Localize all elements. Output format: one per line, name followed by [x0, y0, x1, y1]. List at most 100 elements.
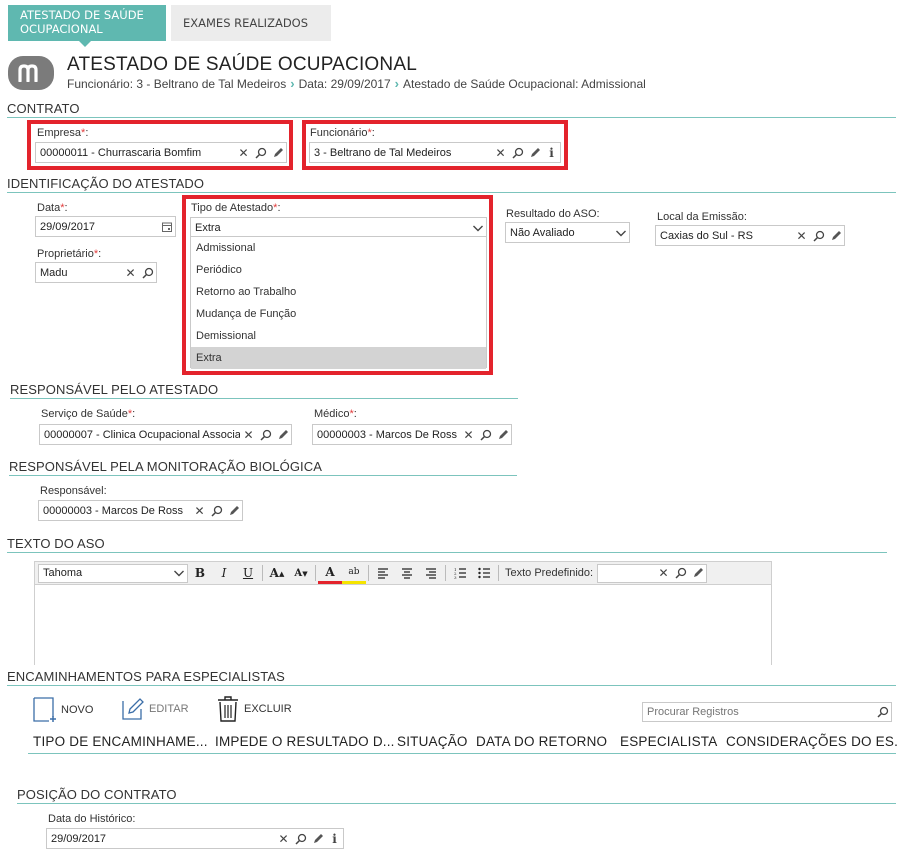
local-field[interactable]: Caxias do Sul - RS ✕ — [655, 225, 845, 246]
col-header-tipo[interactable]: TIPO DE ENCAMINHAME... — [33, 734, 208, 749]
edit-pencil-icon[interactable] — [269, 143, 286, 162]
search-icon[interactable] — [509, 143, 526, 162]
tipo-options-list: Admissional Periódico Retorno ao Trabalh… — [190, 236, 487, 369]
svg-text:3: 3 — [454, 575, 457, 579]
option-extra[interactable]: Extra — [191, 347, 486, 369]
option-retorno[interactable]: Retorno ao Trabalho — [191, 281, 486, 303]
bullet-list-icon[interactable] — [472, 562, 496, 584]
align-left-icon[interactable] — [371, 562, 395, 584]
col-header-especialista[interactable]: ESPECIALISTA — [620, 734, 717, 749]
resultado-select[interactable]: Não Avaliado — [505, 222, 630, 243]
proprietario-field[interactable]: Madu ✕ — [35, 262, 157, 283]
proprietario-label: Proprietário*: — [37, 248, 102, 260]
clear-icon[interactable]: ✕ — [655, 564, 672, 583]
funcionario-value: 3 - Beltrano de Tal Medeiros — [314, 146, 452, 159]
info-icon[interactable]: i — [543, 143, 560, 162]
edit-pencil-icon[interactable] — [827, 226, 844, 245]
chevron-right-icon: › — [394, 76, 399, 91]
search-registros-field[interactable] — [642, 702, 892, 722]
toolbar-divider — [262, 565, 263, 581]
chevron-down-icon[interactable] — [612, 223, 629, 242]
funcionario-field[interactable]: 3 - Beltrano de Tal Medeiros ✕ i — [309, 142, 561, 163]
clear-icon[interactable]: ✕ — [275, 829, 292, 848]
edit-pencil-icon[interactable] — [494, 425, 511, 444]
chevron-down-icon[interactable] — [469, 218, 486, 237]
edit-pencil-icon[interactable] — [526, 143, 543, 162]
tab-exames[interactable]: EXAMES REALIZADOS — [171, 5, 331, 41]
clear-icon[interactable]: ✕ — [793, 226, 810, 245]
novo-button[interactable]: NOVO — [33, 697, 93, 723]
clear-icon[interactable]: ✕ — [492, 143, 509, 162]
font-size-down-icon[interactable]: A ▼ — [289, 562, 313, 584]
search-icon[interactable] — [252, 143, 269, 162]
search-icon[interactable] — [208, 501, 225, 520]
clear-icon[interactable]: ✕ — [235, 143, 252, 162]
option-demissional[interactable]: Demissional — [191, 325, 486, 347]
search-icon[interactable] — [810, 226, 827, 245]
font-color-icon[interactable]: A — [318, 562, 342, 584]
clear-icon[interactable]: ✕ — [240, 425, 257, 444]
breadcrumb-item[interactable]: Data: 29/09/2017 — [299, 77, 391, 91]
section-responsavel: RESPONSÁVEL PELO ATESTADO — [10, 382, 518, 399]
tipo-value: Extra — [195, 221, 221, 234]
col-header-data-retorno[interactable]: DATA DO RETORNO — [476, 734, 607, 749]
font-select[interactable]: Tahoma — [38, 563, 188, 583]
servico-field[interactable]: 00000007 - Clinica Ocupacional Associa ✕ — [39, 424, 292, 445]
toolbar-divider — [445, 565, 446, 581]
new-document-icon — [33, 697, 56, 722]
section-posicao: POSIÇÃO DO CONTRATO — [17, 787, 896, 804]
align-right-icon[interactable] — [419, 562, 443, 584]
editor-body[interactable] — [34, 585, 772, 665]
option-periodico[interactable]: Periódico — [191, 259, 486, 281]
option-mudanca[interactable]: Mudança de Função — [191, 303, 486, 325]
highlight-color-icon[interactable]: ab — [342, 562, 366, 584]
funcionario-label: Funcionário*: — [310, 127, 375, 139]
col-header-impede[interactable]: IMPEDE O RESULTADO D... — [215, 734, 395, 749]
clear-icon[interactable]: ✕ — [191, 501, 208, 520]
align-center-icon[interactable] — [395, 562, 419, 584]
editar-button[interactable]: EDITAR — [121, 697, 189, 721]
search-icon[interactable] — [257, 425, 274, 444]
info-icon[interactable]: i — [326, 829, 343, 848]
responsavel-label: Responsável: — [40, 485, 107, 497]
servico-value: 00000007 - Clinica Ocupacional Associa — [44, 428, 240, 441]
edit-pencil-icon[interactable] — [274, 425, 291, 444]
search-icon[interactable] — [672, 564, 689, 583]
option-admissional[interactable]: Admissional — [191, 237, 486, 259]
predefinido-field[interactable]: ✕ — [597, 563, 708, 583]
historico-field[interactable]: 29/09/2017 ✕ i — [46, 828, 344, 849]
clear-icon[interactable]: ✕ — [122, 263, 139, 282]
data-field[interactable]: 29/09/2017 — [35, 216, 176, 237]
excluir-button[interactable]: EXCLUIR — [217, 696, 292, 722]
search-icon[interactable] — [292, 829, 309, 848]
col-header-situacao[interactable]: SITUAÇÃO — [397, 734, 468, 749]
calendar-icon[interactable] — [158, 217, 175, 236]
edit-pencil-icon[interactable] — [225, 501, 242, 520]
italic-icon[interactable]: I — [212, 562, 236, 584]
tipo-atestado-select[interactable]: Extra — [190, 217, 487, 238]
responsavel-value: 00000003 - Marcos De Ross — [43, 504, 184, 517]
table-header-divider — [28, 753, 896, 754]
data-value: 29/09/2017 — [40, 220, 96, 233]
edit-pencil-icon[interactable] — [309, 829, 326, 848]
col-header-consideracoes[interactable]: CONSIDERAÇÕES DO ES... — [726, 734, 899, 749]
chevron-down-icon[interactable] — [170, 564, 187, 583]
responsavel-field[interactable]: 00000003 - Marcos De Ross ✕ — [38, 500, 243, 521]
edit-pencil-icon[interactable] — [689, 564, 706, 583]
bold-icon[interactable]: B — [188, 562, 212, 584]
logo-m-icon — [18, 64, 38, 82]
clear-icon[interactable]: ✕ — [460, 425, 477, 444]
search-icon[interactable] — [874, 703, 891, 722]
search-registros-input[interactable] — [643, 706, 874, 718]
medico-field[interactable]: 00000003 - Marcos De Ross ✕ — [312, 424, 512, 445]
search-icon[interactable] — [477, 425, 494, 444]
breadcrumb-item[interactable]: Funcionário: 3 - Beltrano de Tal Medeiro… — [67, 77, 286, 91]
underline-icon[interactable]: U — [236, 562, 260, 584]
local-label: Local da Emissão: — [657, 211, 747, 223]
empresa-field[interactable]: 00000011 - Churrascaria Bomfim ✕ — [35, 142, 287, 163]
numbered-list-icon[interactable]: 123 — [448, 562, 472, 584]
search-icon[interactable] — [139, 263, 156, 282]
font-size-up-icon[interactable]: A ▲ — [265, 562, 289, 584]
editor-toolbar: Tahoma B I U A ▲ A ▼ A ab 123 Texto Predef… — [34, 561, 772, 585]
tab-atestado[interactable]: ATESTADO DE SAÚDE OCUPACIONAL — [8, 5, 166, 41]
